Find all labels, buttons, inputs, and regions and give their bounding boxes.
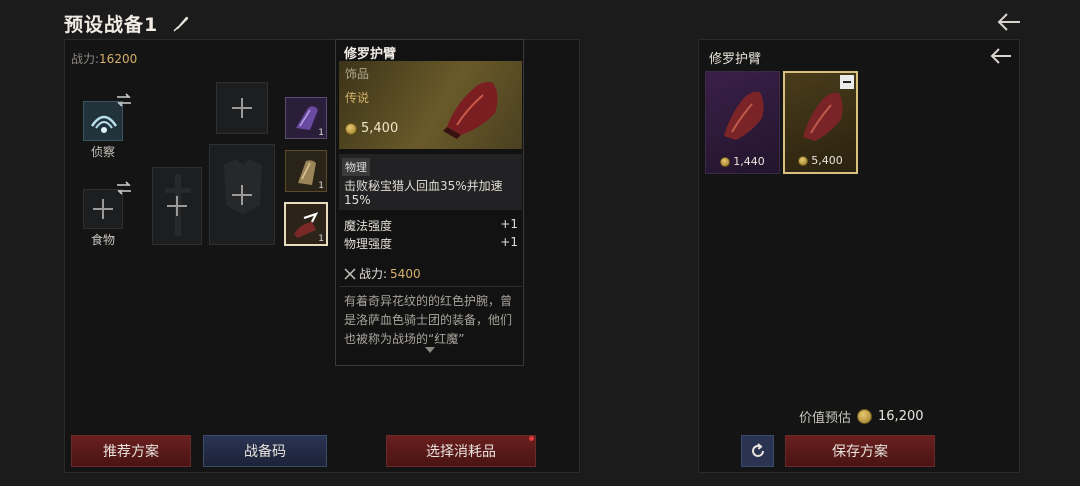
food-label: 食物: [90, 233, 115, 247]
swap-icon[interactable]: [115, 92, 133, 108]
scout-label: 侦察: [90, 145, 115, 159]
crimson-bracer-icon: [724, 91, 764, 140]
power-value: 16200: [99, 52, 138, 66]
back-arrow-icon[interactable]: [996, 11, 1022, 33]
item-hero-banner: 饰品 传说 5,400: [339, 61, 522, 149]
item-tooltip: 修罗护臂 饰品 传说 5,400 物理 击败秘宝猎人回血35%并加速15% 魔法…: [335, 39, 524, 366]
item-slot-1[interactable]: 1: [285, 97, 327, 139]
item-selection-panel: 修罗护臂 1,440 5,400 价值预估 16,200 保存方案: [698, 39, 1020, 473]
coin-icon: [345, 122, 357, 135]
stat-row: 魔法强度 +1: [344, 217, 518, 233]
title-bar: 预设战备1: [64, 8, 190, 38]
back-arrow-icon[interactable]: [990, 47, 1012, 65]
item-count: 1: [318, 234, 324, 244]
item-price: 5,400: [785, 154, 856, 167]
helmet-slot[interactable]: [216, 82, 268, 134]
coin-icon: [857, 409, 873, 424]
loadout-code-button[interactable]: 战备码: [203, 435, 327, 467]
item-price: 1,440: [706, 155, 779, 168]
item-description: 有着奇异花纹的的红色护腕，曾是洛萨血色骑士团的装备，他们也被称为战场的“红魔”: [344, 294, 513, 346]
item-option-legendary-selected[interactable]: 5,400: [783, 71, 858, 174]
page-title: 预设战备1: [64, 13, 159, 36]
notification-dot: [529, 436, 534, 441]
add-icon: [167, 196, 187, 216]
weapon-slot[interactable]: [152, 167, 202, 245]
item-power: 战力: 5400: [344, 265, 421, 282]
save-plan-button[interactable]: 保存方案: [785, 435, 935, 467]
item-count: 1: [318, 181, 324, 191]
add-icon: [232, 98, 252, 118]
reset-button[interactable]: [741, 435, 774, 467]
item-slot-3-selected[interactable]: 1: [284, 202, 328, 246]
item-slot-2[interactable]: 1: [285, 150, 327, 192]
item-type: 饰品: [345, 67, 370, 81]
recommend-plan-button[interactable]: 推荐方案: [71, 435, 191, 467]
crimson-bracer-icon: [803, 92, 843, 141]
swap-icon[interactable]: [115, 180, 133, 196]
select-consumables-button[interactable]: 选择消耗品: [386, 435, 536, 467]
refresh-icon: [751, 443, 764, 457]
crossed-swords-icon: [344, 267, 356, 280]
coin-icon: [720, 156, 731, 167]
value-estimate: 价值预估 16,200: [799, 409, 924, 426]
panel-title: 修罗护臂: [709, 52, 762, 67]
item-count: 1: [318, 128, 324, 138]
item-price: 5,400: [345, 121, 398, 136]
item-rarity: 传说: [345, 91, 370, 105]
power-label: 战力:16200: [71, 52, 138, 66]
scout-icon: [90, 115, 118, 133]
coin-icon: [798, 155, 809, 166]
remove-item-button[interactable]: [840, 75, 854, 89]
crimson-bracer-icon: [443, 81, 498, 139]
divider: [339, 286, 522, 287]
armor-slot[interactable]: [209, 144, 275, 245]
add-icon: [232, 184, 252, 205]
stat-row: 物理强度 +1: [344, 235, 518, 251]
chevron-down-icon[interactable]: [424, 346, 436, 354]
item-option-epic[interactable]: 1,440: [705, 71, 780, 174]
add-icon: [93, 199, 113, 219]
feather-pen-icon[interactable]: [172, 14, 190, 32]
effect-tag: 物理: [342, 158, 370, 176]
effect-text: 击败秘宝猎人回血35%并加速15%: [344, 179, 503, 207]
item-name: 修罗护臂: [344, 47, 397, 62]
